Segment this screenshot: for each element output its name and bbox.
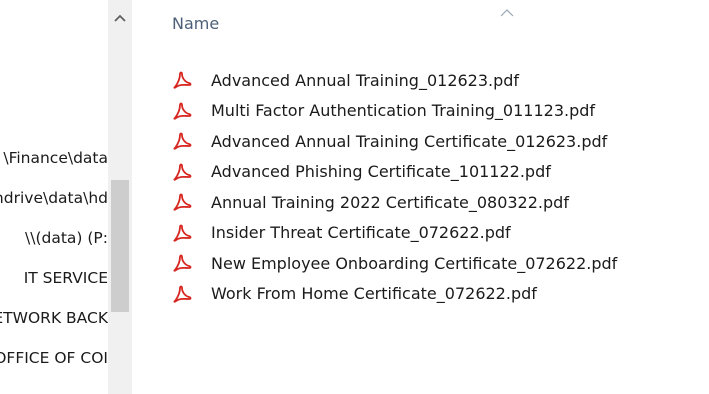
nav-pane-scrollbar[interactable] — [108, 0, 132, 394]
scroll-up-button[interactable] — [108, 0, 132, 36]
pdf-icon — [172, 131, 204, 151]
file-row[interactable]: Annual Training 2022 Certificate_080322.… — [172, 187, 617, 218]
sort-ascending-icon — [500, 3, 514, 17]
nav-item-label: \\(data) (P: — [25, 229, 108, 247]
file-explorer-window: \Finance\data \hdrive\data\hd \\(data) (… — [0, 0, 709, 394]
nav-item-label: OFFICE OF COI — [0, 349, 108, 367]
pdf-icon — [172, 223, 204, 243]
nav-item-label: NETWORK BACK — [0, 309, 108, 327]
pdf-icon — [172, 101, 204, 121]
file-row[interactable]: Work From Home Certificate_072622.pdf — [172, 279, 617, 310]
file-row[interactable]: New Employee Onboarding Certificate_0726… — [172, 248, 617, 279]
pdf-icon — [172, 192, 204, 212]
nav-item-label: IT SERVICE — [23, 269, 108, 287]
file-name: Annual Training 2022 Certificate_080322.… — [211, 192, 569, 212]
file-row[interactable]: Multi Factor Authentication Training_011… — [172, 96, 617, 127]
pdf-icon — [172, 70, 204, 90]
column-header-name[interactable]: Name — [172, 14, 219, 33]
pdf-icon — [172, 253, 204, 273]
file-name: Advanced Annual Training_012623.pdf — [211, 70, 520, 90]
nav-item-label: \hdrive\data\hd — [0, 189, 108, 207]
pdf-icon — [172, 162, 204, 182]
chevron-up-icon — [114, 14, 126, 22]
nav-item-label: \Finance\data — [3, 149, 108, 167]
file-name: Advanced Annual Training Certificate_012… — [211, 131, 608, 151]
file-row[interactable]: Insider Threat Certificate_072622.pdf — [172, 218, 617, 249]
file-name: Work From Home Certificate_072622.pdf — [211, 284, 537, 304]
file-list: Advanced Annual Training_012623.pdf Mult… — [172, 65, 617, 309]
navigation-pane: \Finance\data \hdrive\data\hd \\(data) (… — [0, 0, 108, 394]
file-row[interactable]: Advanced Annual Training Certificate_012… — [172, 126, 617, 157]
file-row[interactable]: Advanced Annual Training_012623.pdf — [172, 65, 617, 96]
file-name: Multi Factor Authentication Training_011… — [211, 101, 596, 121]
file-name: New Employee Onboarding Certificate_0726… — [211, 253, 618, 273]
file-name: Advanced Phishing Certificate_101122.pdf — [211, 162, 551, 182]
scrollbar-thumb[interactable] — [111, 180, 129, 312]
file-row[interactable]: Advanced Phishing Certificate_101122.pdf — [172, 157, 617, 188]
pdf-icon — [172, 284, 204, 304]
file-name: Insider Threat Certificate_072622.pdf — [211, 223, 511, 243]
